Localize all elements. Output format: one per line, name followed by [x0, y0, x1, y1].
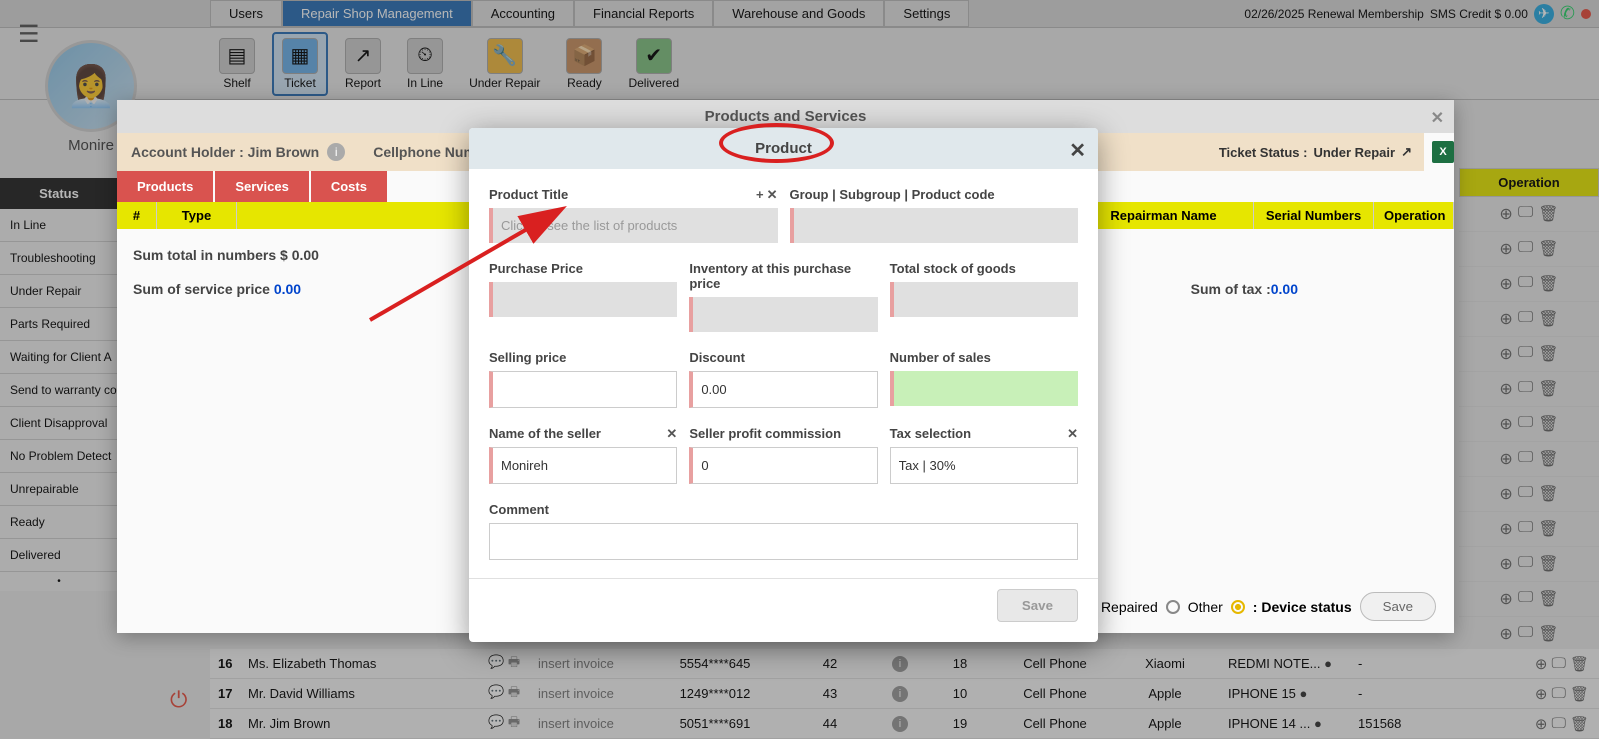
modal1-close-icon[interactable]: ✕: [1431, 108, 1444, 128]
add-product-icon[interactable]: +: [756, 187, 764, 203]
sum-tax: Sum of tax :0.00: [1191, 281, 1298, 297]
comment-input[interactable]: [489, 523, 1078, 560]
tab-services[interactable]: Services: [215, 171, 309, 202]
modal1-save-button[interactable]: Save: [1360, 592, 1436, 621]
product-modal: Product ✕ Product Title +✕ Group | Subgr…: [469, 128, 1098, 642]
info-icon[interactable]: i: [327, 143, 345, 161]
seller-name-input[interactable]: [489, 447, 677, 484]
tax-selection-input[interactable]: [890, 447, 1078, 484]
modal2-save-button[interactable]: Save: [997, 589, 1078, 622]
total-stock-label: Total stock of goods: [890, 261, 1078, 276]
external-link-icon: ↗: [1401, 144, 1412, 160]
num-sales-input[interactable]: [890, 371, 1078, 406]
cellphone-label: Cellphone Numb: [373, 144, 484, 160]
clear-tax-icon[interactable]: ✕: [1067, 426, 1078, 442]
comment-label: Comment: [489, 502, 1078, 517]
clear-product-icon[interactable]: ✕: [767, 187, 778, 203]
ticket-status-badge[interactable]: Ticket Status :Under Repair ↗: [1207, 133, 1424, 171]
tab-costs[interactable]: Costs: [311, 171, 387, 202]
radio-not-repaired[interactable]: [1166, 600, 1180, 614]
selling-price-input[interactable]: [489, 371, 677, 408]
inventory-input[interactable]: [689, 297, 877, 332]
radio-other-label: Other: [1188, 599, 1223, 615]
inventory-label: Inventory at this purchase price: [689, 261, 877, 291]
discount-input[interactable]: [689, 371, 877, 408]
discount-label: Discount: [689, 350, 877, 365]
tab-products[interactable]: Products: [117, 171, 213, 202]
device-status-label: : Device status: [1253, 599, 1352, 615]
clear-seller-icon[interactable]: ✕: [666, 426, 677, 442]
excel-export-icon[interactable]: X: [1432, 141, 1454, 163]
total-stock-input[interactable]: [890, 282, 1078, 317]
commission-input[interactable]: [689, 447, 877, 484]
modal2-title: Product: [755, 140, 812, 157]
commission-label: Seller profit commission: [689, 426, 877, 441]
seller-name-label: Name of the seller ✕: [489, 426, 677, 441]
tax-selection-label: Tax selection ✕: [890, 426, 1078, 441]
num-sales-label: Number of sales: [890, 350, 1078, 365]
purchase-price-input[interactable]: [489, 282, 677, 317]
radio-other[interactable]: [1231, 600, 1245, 614]
sum-service-price: Sum of service price 0.00: [133, 281, 301, 297]
product-title-input[interactable]: [489, 208, 778, 243]
selling-price-label: Selling price: [489, 350, 677, 365]
modal2-header: Product ✕: [469, 128, 1098, 169]
group-subgroup-input[interactable]: [790, 208, 1079, 243]
account-holder-label: Account Holder : Jim Brown: [131, 144, 319, 160]
purchase-price-label: Purchase Price: [489, 261, 677, 276]
group-subgroup-label: Group | Subgroup | Product code: [790, 187, 1079, 202]
product-title-label: Product Title +✕: [489, 187, 778, 202]
modal2-close-icon[interactable]: ✕: [1069, 138, 1086, 163]
